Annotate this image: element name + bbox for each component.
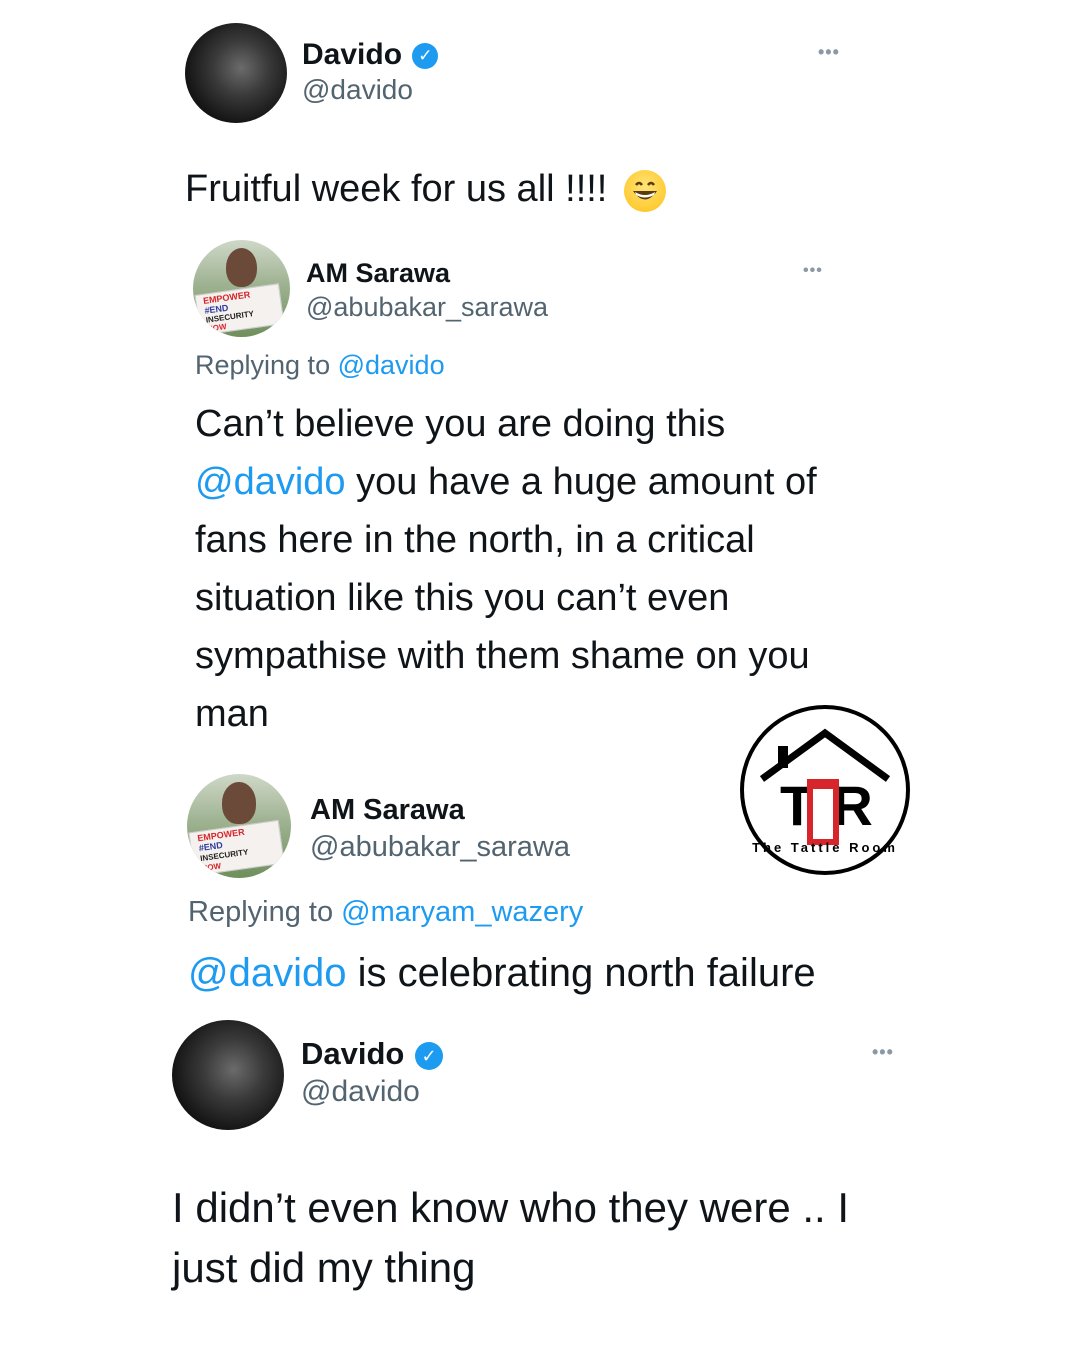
davido-avatar[interactable] [172, 1020, 284, 1130]
author-handle[interactable]: @abubakar_sarawa [310, 831, 570, 864]
tweet-text: Can’t believe you are doing this @davido… [195, 403, 817, 735]
tweet-text: I didn’t even know who they were .. I ju… [172, 1184, 850, 1291]
protest-sign: EMPOWER #END INSECURITY NOW [188, 819, 286, 876]
more-options-icon[interactable]: ••• [872, 1042, 894, 1063]
grinning-face-icon [623, 169, 666, 212]
inline-mention[interactable]: @davido [195, 461, 346, 503]
more-options-icon[interactable]: ••• [803, 262, 823, 280]
more-options-icon[interactable]: ••• [818, 42, 840, 63]
sarawa-avatar[interactable]: EMPOWER #END INSECURITY NOW [193, 240, 290, 337]
sarawa-avatar[interactable]: EMPOWER #END INSECURITY NOW [187, 774, 291, 878]
author-name[interactable]: AM Sarawa [310, 794, 465, 827]
author-handle[interactable]: @abubakar_sarawa [306, 292, 548, 323]
tattle-room-logo: TTR The Tattle Room [740, 705, 910, 875]
verified-icon: ✓ [412, 43, 439, 70]
protest-sign: EMPOWER #END INSECURITY NOW [194, 282, 285, 336]
author-handle[interactable]: @davido [302, 74, 413, 106]
inline-mention[interactable]: @davido [188, 951, 346, 995]
tweet-text: @davido is celebrating north failure [188, 951, 816, 995]
replying-to: Replying to @maryam_wazery [188, 896, 584, 928]
author-name[interactable]: AM Sarawa [306, 258, 450, 289]
davido-avatar[interactable] [185, 23, 287, 123]
author-name[interactable]: Davido ✓ [301, 1036, 443, 1072]
replying-to: Replying to @davido [195, 350, 445, 380]
author-name[interactable]: Davido ✓ [302, 38, 439, 72]
author-handle[interactable]: @davido [301, 1075, 420, 1109]
verified-icon: ✓ [414, 1041, 443, 1070]
replying-to-mention[interactable]: @davido [338, 350, 445, 380]
logo-door [807, 779, 839, 845]
tweet-text: Fruitful week for us all !!!! [185, 168, 666, 212]
replying-to-mention[interactable]: @maryam_wazery [341, 896, 583, 928]
logo-tagline: The Tattle Room [752, 840, 898, 855]
